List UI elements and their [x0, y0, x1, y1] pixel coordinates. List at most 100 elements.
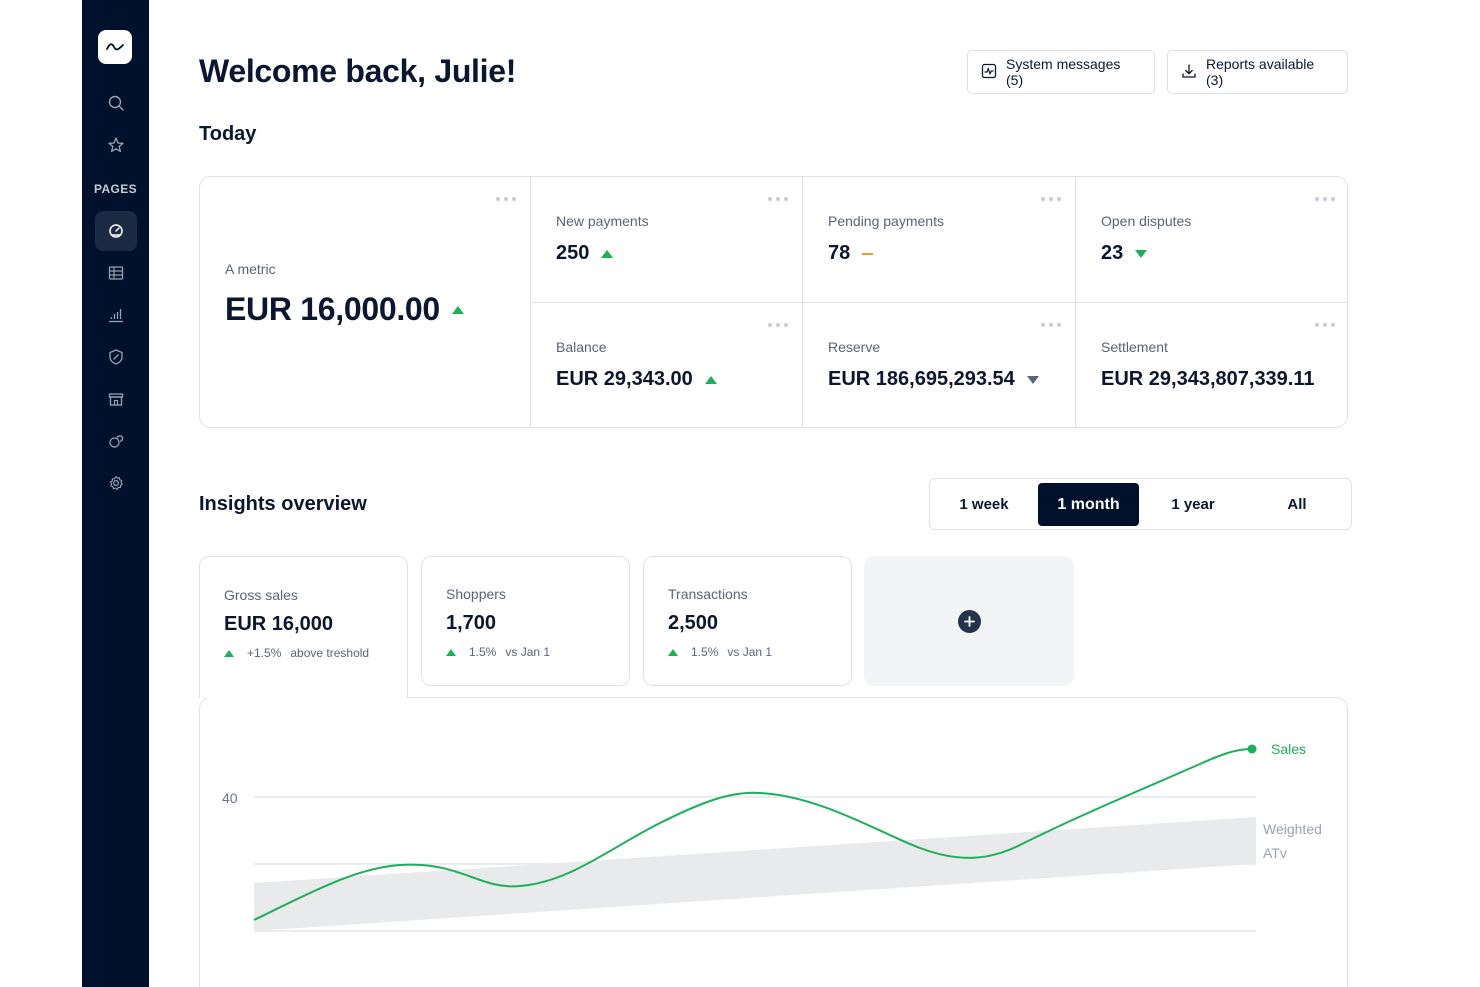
main-metric-value-row: EUR 16,000.00: [225, 291, 464, 328]
trend-up-icon: [446, 648, 456, 656]
logo-icon[interactable]: [98, 30, 132, 64]
metric-value-row: 78: [828, 242, 874, 265]
metric-value: EUR 29,343,807,339.11: [1101, 368, 1315, 390]
download-icon: [1181, 63, 1197, 82]
main-metric-label: A metric: [225, 261, 276, 277]
metric-card-reserve: Reserve EUR 186,695,293.54: [803, 303, 1076, 427]
today-heading: Today: [199, 123, 257, 145]
metric-label: Settlement: [1101, 339, 1168, 355]
search-icon[interactable]: [95, 83, 137, 123]
kpi-change-note: vs Jan 1: [505, 645, 551, 659]
trend-up-icon: [601, 249, 614, 258]
kpi-change-value: 1.5%: [469, 645, 497, 659]
legend-weighted-atv-line1: Weighted: [1263, 821, 1322, 837]
metric-label: Reserve: [828, 339, 881, 355]
star-icon[interactable]: [95, 125, 137, 165]
shield-icon[interactable]: [95, 337, 137, 377]
trend-flat-icon: [862, 252, 874, 255]
kpi-value: 1,700: [446, 612, 497, 634]
table-icon[interactable]: [95, 253, 137, 293]
kpi-value: 2,500: [668, 612, 719, 634]
insights-heading: Insights overview: [199, 493, 367, 515]
today-metrics-panel: A metric EUR 16,000.00 New payments 250 …: [199, 176, 1348, 428]
page-title: Welcome back, Julie!: [199, 53, 517, 89]
system-messages-button[interactable]: System messages (5): [967, 50, 1155, 94]
legend-weighted-atv-line2: ATv: [1263, 845, 1287, 861]
kpi-card-gross-sales[interactable]: Gross sales EUR 16,000 +1.5% above tresh…: [199, 556, 408, 698]
kpi-value: EUR 16,000: [224, 613, 333, 635]
weighted-atv-band: [254, 817, 1256, 931]
main-metric-card: A metric EUR 16,000.00: [200, 177, 531, 427]
gear-icon[interactable]: [95, 463, 137, 503]
reports-available-label: Reports available (3): [1206, 56, 1315, 88]
insights-chart: 40 Sales Weighted ATv: [222, 741, 1322, 932]
system-messages-label: System messages (5): [1006, 56, 1121, 88]
time-range-selector: 1 week 1 month 1 year All: [929, 478, 1352, 530]
metric-label: Open disputes: [1101, 213, 1192, 229]
metric-value: 23: [1101, 242, 1124, 264]
range-1-year[interactable]: 1 year: [1143, 483, 1243, 526]
plus-icon: [957, 609, 981, 633]
metric-value: EUR 29,343.00: [556, 368, 693, 390]
kpi-card-shoppers[interactable]: Shoppers 1,700 1.5% vs Jan 1: [421, 556, 630, 686]
metric-card-new-payments: New payments 250: [531, 177, 803, 303]
store-icon[interactable]: [95, 379, 137, 419]
more-options-icon[interactable]: [496, 197, 516, 201]
kpi-change-note: vs Jan 1: [727, 645, 773, 659]
trend-up-icon: [668, 648, 678, 656]
metric-label: Balance: [556, 339, 607, 355]
more-options-icon[interactable]: [1041, 323, 1061, 327]
metric-value: 250: [556, 242, 590, 264]
range-1-month[interactable]: 1 month: [1038, 483, 1139, 526]
link-icon[interactable]: [95, 421, 137, 461]
trend-up-icon: [704, 375, 717, 384]
metric-card-pending-payments: Pending payments 78: [803, 177, 1076, 303]
trend-up-icon: [224, 649, 234, 657]
kpi-change-value: +1.5%: [247, 646, 282, 660]
y-tick-label: 40: [222, 790, 238, 806]
kpi-change: +1.5% above treshold: [224, 646, 369, 660]
kpi-label: Gross sales: [224, 587, 298, 603]
metric-card-open-disputes: Open disputes 23: [1076, 177, 1347, 303]
more-options-icon[interactable]: [1041, 197, 1061, 201]
metric-label: Pending payments: [828, 213, 944, 229]
kpi-change-note: above treshold: [290, 646, 370, 660]
bar-chart-icon[interactable]: [95, 295, 137, 335]
metric-value-row: 250: [556, 242, 614, 265]
activity-icon: [981, 63, 997, 82]
metric-value-row: EUR 29,343.00: [556, 368, 717, 391]
sales-end-point: [1247, 744, 1257, 754]
dashboard-icon[interactable]: [95, 211, 137, 251]
trend-down-icon: [1135, 249, 1148, 258]
pages-label: PAGES: [93, 182, 138, 196]
more-options-icon[interactable]: [768, 323, 788, 327]
range-all[interactable]: All: [1247, 483, 1347, 526]
main-metric-value: EUR 16,000.00: [225, 291, 440, 327]
metric-card-balance: Balance EUR 29,343.00: [531, 303, 803, 427]
add-kpi-card[interactable]: [864, 556, 1074, 686]
trend-down-icon: [1026, 375, 1039, 384]
kpi-label: Transactions: [668, 586, 748, 602]
metric-value-row: EUR 186,695,293.54: [828, 368, 1039, 391]
more-options-icon[interactable]: [768, 197, 788, 201]
kpi-change: 1.5% vs Jan 1: [446, 645, 550, 659]
trend-up-icon: [451, 305, 464, 314]
legend-weighted-atv: Weighted ATv: [1263, 821, 1322, 861]
metric-value-row: EUR 29,343,807,339.11: [1101, 368, 1315, 391]
legend-sales: Sales: [1271, 741, 1306, 757]
reports-available-button[interactable]: Reports available (3): [1167, 50, 1348, 94]
metric-value-row: 23: [1101, 242, 1148, 265]
more-options-icon[interactable]: [1315, 323, 1335, 327]
metric-label: New payments: [556, 213, 649, 229]
metric-value: EUR 186,695,293.54: [828, 368, 1015, 390]
range-1-week[interactable]: 1 week: [934, 483, 1034, 526]
metric-card-settlement: Settlement EUR 29,343,807,339.11: [1076, 303, 1347, 427]
kpi-card-transactions[interactable]: Transactions 2,500 1.5% vs Jan 1: [643, 556, 852, 686]
sidebar: PAGES: [82, 0, 149, 987]
more-options-icon[interactable]: [1315, 197, 1335, 201]
kpi-change: 1.5% vs Jan 1: [668, 645, 772, 659]
metric-value: 78: [828, 242, 851, 264]
insights-chart-panel: 40 Sales Weighted ATv: [199, 697, 1348, 987]
kpi-change-value: 1.5%: [691, 645, 719, 659]
kpi-label: Shoppers: [446, 586, 506, 602]
